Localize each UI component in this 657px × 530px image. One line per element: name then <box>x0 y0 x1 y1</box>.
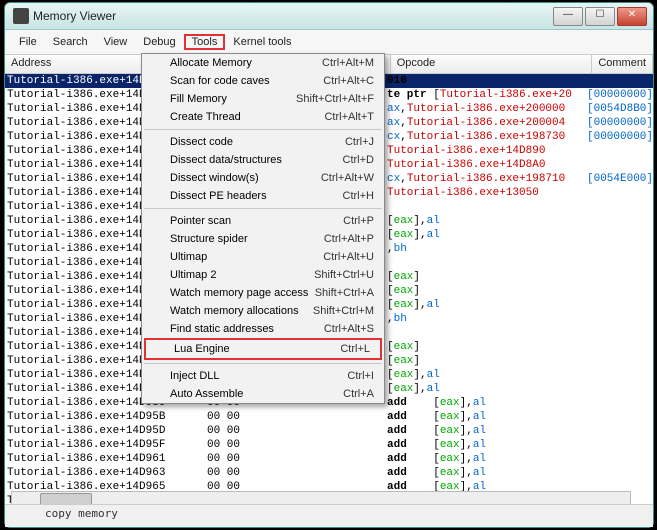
menu-item[interactable]: Watch memory allocationsShift+Ctrl+M <box>142 302 384 320</box>
col-comment[interactable]: Comment <box>592 55 653 73</box>
menubar: File Search View Debug Tools Kernel tool… <box>5 30 653 55</box>
disasm-row[interactable]: Tutorial-i386.exe+14D96300 00add [eax],a… <box>5 466 653 480</box>
menu-item[interactable]: Create ThreadCtrl+Alt+T <box>142 108 384 126</box>
menu-item[interactable]: Dissect codeCtrl+J <box>142 133 384 151</box>
menu-search[interactable]: Search <box>45 34 96 50</box>
menu-item[interactable]: Find static addressesCtrl+Alt+S <box>142 320 384 338</box>
menu-item[interactable]: Dissect data/structuresCtrl+D <box>142 151 384 169</box>
disasm-row[interactable]: Tutorial-i386.exe+14D96100 00add [eax],a… <box>5 452 653 466</box>
menu-item[interactable]: Allocate MemoryCtrl+Alt+M <box>142 54 384 72</box>
menu-item[interactable]: Lua EngineCtrl+L <box>144 338 382 360</box>
disasm-row[interactable]: Tutorial-i386.exe+14D95F00 00add [eax],a… <box>5 438 653 452</box>
menu-debug[interactable]: Debug <box>135 34 183 50</box>
menu-item[interactable]: UltimapCtrl+Alt+U <box>142 248 384 266</box>
disasm-row[interactable]: Tutorial-i386.exe+14D95B00 00add [eax],a… <box>5 410 653 424</box>
menu-item[interactable]: Pointer scanCtrl+P <box>142 212 384 230</box>
menu-item[interactable]: Scan for code cavesCtrl+Alt+C <box>142 72 384 90</box>
app-icon <box>13 8 29 24</box>
menu-kernel[interactable]: Kernel tools <box>225 34 299 50</box>
window-title: Memory Viewer <box>33 9 116 23</box>
menu-item[interactable]: Dissect window(s)Ctrl+Alt+W <box>142 169 384 187</box>
menu-item[interactable]: Fill MemoryShift+Ctrl+Alt+F <box>142 90 384 108</box>
menu-item[interactable]: Inject DLLCtrl+I <box>142 367 384 385</box>
menu-file[interactable]: File <box>11 34 45 50</box>
titlebar[interactable]: Memory Viewer — ☐ ✕ <box>5 3 653 30</box>
minimize-button[interactable]: — <box>553 7 583 26</box>
disasm-row[interactable]: Tutorial-i386.exe+14D95D00 00add [eax],a… <box>5 424 653 438</box>
menu-item[interactable]: Watch memory page accessShift+Ctrl+A <box>142 284 384 302</box>
tools-menu: Allocate MemoryCtrl+Alt+MScan for code c… <box>141 53 385 404</box>
menu-item[interactable]: Ultimap 2Shift+Ctrl+U <box>142 266 384 284</box>
col-opcode[interactable]: Opcode <box>391 55 593 73</box>
status-bar: copy memory <box>5 504 653 527</box>
menu-item[interactable]: Dissect PE headersCtrl+H <box>142 187 384 205</box>
maximize-button[interactable]: ☐ <box>585 7 615 26</box>
menu-item[interactable]: Auto AssembleCtrl+A <box>142 385 384 403</box>
menu-item[interactable]: Structure spiderCtrl+Alt+P <box>142 230 384 248</box>
close-button[interactable]: ✕ <box>617 7 647 26</box>
menu-tools[interactable]: Tools <box>184 34 226 50</box>
menu-view[interactable]: View <box>96 34 136 50</box>
